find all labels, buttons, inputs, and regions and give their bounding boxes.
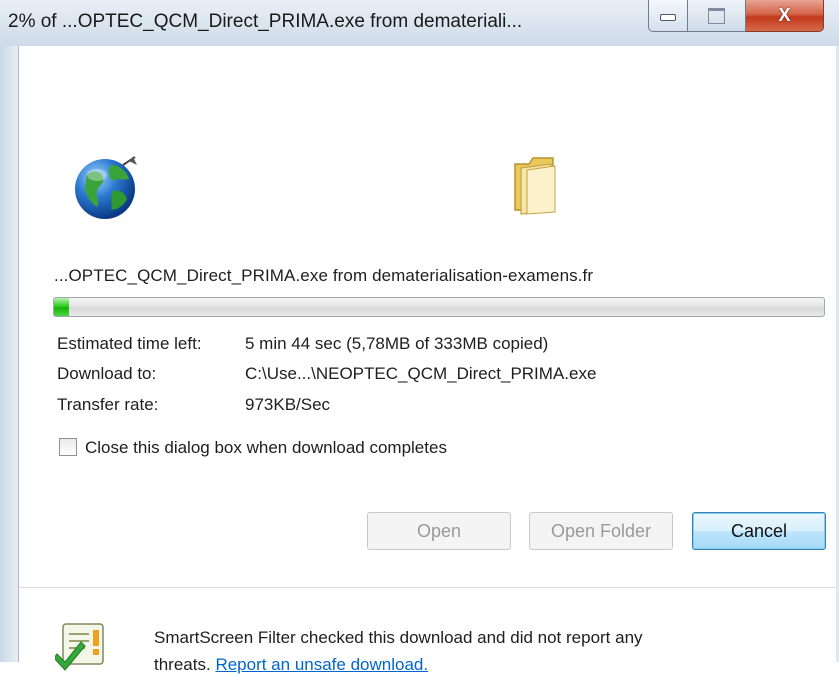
estimated-time-value: 5 min 44 sec (5,78MB of 333MB copied) <box>245 334 549 353</box>
globe-icon <box>75 156 137 219</box>
download-progress-fill <box>54 298 70 316</box>
maximize-icon <box>708 7 725 24</box>
download-file-name: ...OPTEC_QCM_Direct_PRIMA.exe from demat… <box>54 266 594 285</box>
download-to-value: C:\Use...\NEOPTEC_QCM_Direct_PRIMA.exe <box>245 364 597 383</box>
separator <box>19 587 836 588</box>
minimize-icon <box>660 14 676 21</box>
close-window-button[interactable]: X <box>746 0 824 32</box>
folder-icon <box>514 157 556 215</box>
download-to-label: Download to: <box>57 364 157 383</box>
title-bar: 2% of ...OPTEC_QCM_Direct_PRIMA.exe from… <box>0 0 839 46</box>
minimize-button[interactable] <box>648 0 688 32</box>
close-icon: X <box>778 5 791 25</box>
dialog-content: ...OPTEC_QCM_Direct_PRIMA.exe from demat… <box>18 46 836 674</box>
window-frame-left <box>0 46 18 662</box>
download-progress-bar <box>53 297 825 317</box>
smartscreen-threats-text: threats. <box>154 655 211 674</box>
open-folder-button[interactable]: Open Folder <box>529 512 673 550</box>
report-unsafe-download-link[interactable]: Report an unsafe download. <box>215 655 428 674</box>
estimated-time-label: Estimated time left: <box>57 334 202 353</box>
transfer-rate-label: Transfer rate: <box>57 395 159 414</box>
window-title: 2% of ...OPTEC_QCM_Direct_PRIMA.exe from… <box>8 11 523 32</box>
smartscreen-check-icon <box>55 623 104 671</box>
close-when-complete-checkbox[interactable] <box>59 438 77 456</box>
maximize-button[interactable] <box>688 0 746 32</box>
transfer-rate-value: 973KB/Sec <box>245 395 331 414</box>
open-button[interactable]: Open <box>367 512 511 550</box>
smartscreen-message-line2: threats. Report an unsafe download. <box>154 655 428 675</box>
cancel-button[interactable]: Cancel <box>692 512 826 550</box>
smartscreen-message: SmartScreen Filter checked this download… <box>154 628 643 647</box>
close-when-complete-label[interactable]: Close this dialog box when download comp… <box>85 438 447 458</box>
